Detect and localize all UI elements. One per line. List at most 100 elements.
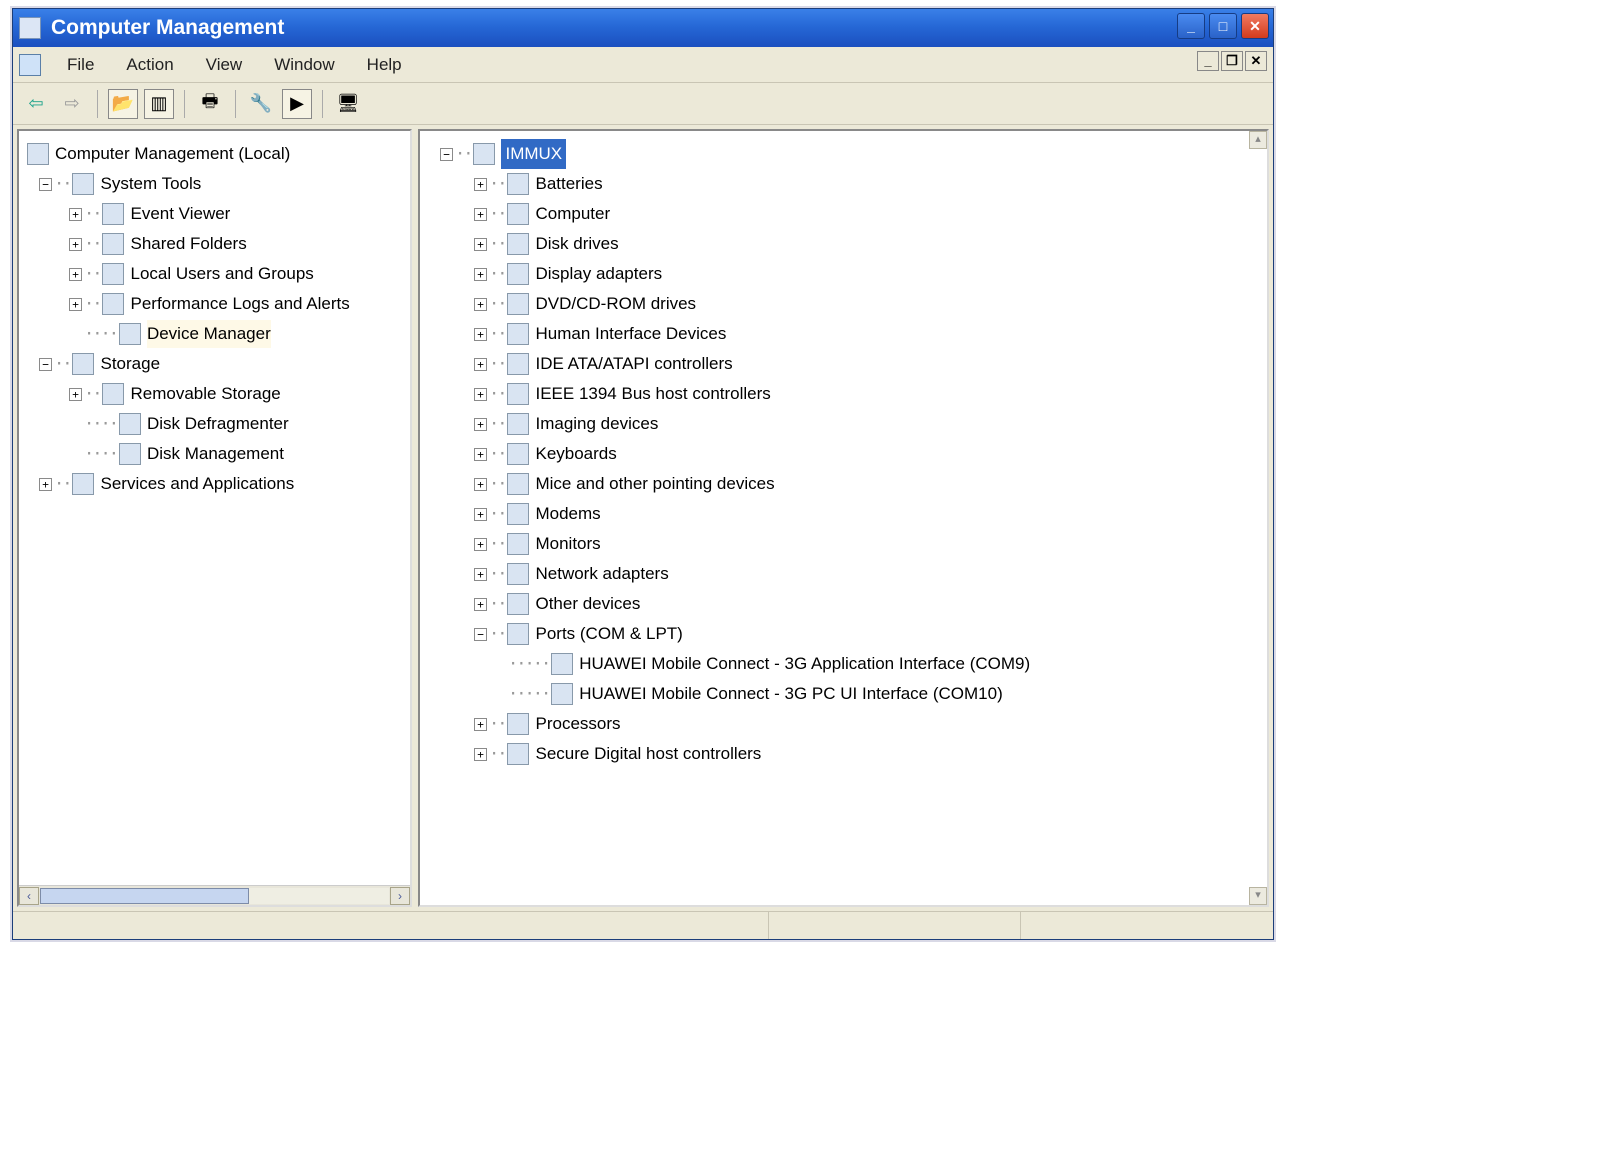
scroll-thumb[interactable]	[40, 888, 249, 904]
tree-item-event-viewer[interactable]: +·· Event Viewer	[27, 199, 410, 229]
device-label: Secure Digital host controllers	[535, 740, 761, 769]
device-category-mice[interactable]: +·· Mice and other pointing devices	[440, 469, 1267, 499]
device-category-ports[interactable]: −·· Ports (COM & LPT)	[440, 619, 1267, 649]
shared-folders-icon	[102, 233, 124, 255]
device-category-modems[interactable]: +·· Modems	[440, 499, 1267, 529]
device-category-processors[interactable]: +·· Processors	[440, 709, 1267, 739]
tree-item-disk-defrag[interactable]: ···· Disk Defragmenter	[27, 409, 410, 439]
show-hide-tree-button[interactable]: ▥	[144, 89, 174, 119]
console-tree[interactable]: Computer Management (Local) −·· System T…	[19, 131, 410, 885]
scroll-right-button[interactable]: ›	[390, 887, 410, 905]
expand-icon[interactable]: +	[69, 298, 82, 311]
tree-label: Event Viewer	[130, 200, 230, 229]
collapse-icon[interactable]: −	[39, 178, 52, 191]
refresh-button[interactable]: ▶	[282, 89, 312, 119]
menu-action[interactable]: Action	[110, 51, 189, 79]
menu-view[interactable]: View	[190, 51, 259, 79]
disk-defrag-icon	[119, 413, 141, 435]
expand-icon[interactable]: +	[474, 298, 487, 311]
expand-icon[interactable]: +	[474, 538, 487, 551]
expand-icon[interactable]: +	[474, 388, 487, 401]
device-category-display[interactable]: +·· Display adapters	[440, 259, 1267, 289]
expand-icon[interactable]: +	[474, 448, 487, 461]
expand-icon[interactable]: +	[474, 748, 487, 761]
expand-icon[interactable]: +	[69, 238, 82, 251]
back-button[interactable]: ⇦	[21, 89, 51, 119]
tree-item-perf-logs[interactable]: +·· Performance Logs and Alerts	[27, 289, 410, 319]
mdi-restore-button[interactable]: ❐	[1221, 51, 1243, 71]
tree-item-services-apps[interactable]: +·· Services and Applications	[27, 469, 410, 499]
device-category-dvdcd[interactable]: +·· DVD/CD-ROM drives	[440, 289, 1267, 319]
mdi-close-button[interactable]: ✕	[1245, 51, 1267, 71]
device-category-1394[interactable]: +·· IEEE 1394 Bus host controllers	[440, 379, 1267, 409]
expand-icon[interactable]: +	[474, 508, 487, 521]
scroll-track[interactable]	[40, 888, 389, 904]
expand-icon[interactable]: +	[474, 478, 487, 491]
device-category-keyboards[interactable]: +·· Keyboards	[440, 439, 1267, 469]
device-tree[interactable]: −·· IMMUX +·· Batteries +·· Computer +··	[420, 131, 1267, 769]
expand-icon[interactable]: +	[474, 268, 487, 281]
device-category-disk-drives[interactable]: +·· Disk drives	[440, 229, 1267, 259]
expand-icon[interactable]: +	[474, 238, 487, 251]
scroll-down-button[interactable]: ▾	[1249, 887, 1267, 905]
tree-label: Shared Folders	[130, 230, 246, 259]
menu-help[interactable]: Help	[351, 51, 418, 79]
device-category-other[interactable]: +·· Other devices	[440, 589, 1267, 619]
collapse-icon[interactable]: −	[39, 358, 52, 371]
expand-icon[interactable]: +	[69, 208, 82, 221]
device-category-sd[interactable]: +·· Secure Digital host controllers	[440, 739, 1267, 769]
expand-icon[interactable]: +	[474, 178, 487, 191]
scan-hardware-button[interactable]: 🖥	[333, 89, 363, 119]
device-category-network[interactable]: +·· Network adapters	[440, 559, 1267, 589]
expand-icon[interactable]: +	[474, 208, 487, 221]
titlebar[interactable]: Computer Management _ □ ✕	[13, 9, 1273, 47]
expand-icon[interactable]: +	[69, 268, 82, 281]
expand-icon[interactable]: +	[69, 388, 82, 401]
expand-icon[interactable]: +	[474, 328, 487, 341]
device-category-computer[interactable]: +·· Computer	[440, 199, 1267, 229]
maximize-button[interactable]: □	[1209, 13, 1237, 39]
close-button[interactable]: ✕	[1241, 13, 1269, 39]
tree-item-device-manager[interactable]: ···· Device Manager	[27, 319, 410, 349]
tree-item-local-users[interactable]: +·· Local Users and Groups	[27, 259, 410, 289]
keyboard-icon	[507, 443, 529, 465]
local-users-icon	[102, 263, 124, 285]
device-label: DVD/CD-ROM drives	[535, 290, 696, 319]
device-category-monitors[interactable]: +·· Monitors	[440, 529, 1267, 559]
tree-item-root[interactable]: Computer Management (Local)	[27, 139, 410, 169]
device-item-port-com10[interactable]: ····· HUAWEI Mobile Connect - 3G PC UI I…	[440, 679, 1267, 709]
horizontal-scrollbar[interactable]: ‹ ›	[19, 885, 410, 905]
expand-icon[interactable]: +	[474, 568, 487, 581]
device-item-port-com9[interactable]: ····· HUAWEI Mobile Connect - 3G Applica…	[440, 649, 1267, 679]
tree-item-disk-mgmt[interactable]: ···· Disk Management	[27, 439, 410, 469]
device-category-imaging[interactable]: +·· Imaging devices	[440, 409, 1267, 439]
expand-icon[interactable]: +	[39, 478, 52, 491]
collapse-icon[interactable]: −	[440, 148, 453, 161]
mdi-minimize-button[interactable]: _	[1197, 51, 1219, 71]
expand-icon[interactable]: +	[474, 358, 487, 371]
device-category-ide[interactable]: +·· IDE ATA/ATAPI controllers	[440, 349, 1267, 379]
expand-icon[interactable]: +	[474, 418, 487, 431]
expand-icon[interactable]: +	[474, 598, 487, 611]
scroll-left-button[interactable]: ‹	[19, 887, 39, 905]
tree-item-storage[interactable]: −·· Storage	[27, 349, 410, 379]
collapse-icon[interactable]: −	[474, 628, 487, 641]
device-category-batteries[interactable]: +·· Batteries	[440, 169, 1267, 199]
tree-item-shared-folders[interactable]: +·· Shared Folders	[27, 229, 410, 259]
minimize-button[interactable]: _	[1177, 13, 1205, 39]
scroll-up-button[interactable]: ▴	[1249, 131, 1267, 149]
menu-window[interactable]: Window	[258, 51, 350, 79]
dvd-cd-icon	[507, 293, 529, 315]
menu-file[interactable]: File	[51, 51, 110, 79]
tree-label: Performance Logs and Alerts	[130, 290, 349, 319]
system-tools-icon	[72, 173, 94, 195]
up-one-level-button[interactable]: 📂	[108, 89, 138, 119]
device-root[interactable]: −·· IMMUX	[440, 139, 1267, 169]
print-button[interactable]: 🖶	[195, 89, 225, 119]
properties-button[interactable]: 🔧	[246, 89, 276, 119]
tree-item-removable-storage[interactable]: +·· Removable Storage	[27, 379, 410, 409]
tree-item-system-tools[interactable]: −·· System Tools	[27, 169, 410, 199]
expand-icon[interactable]: +	[474, 718, 487, 731]
device-category-hid[interactable]: +·· Human Interface Devices	[440, 319, 1267, 349]
forward-button[interactable]: ⇨	[57, 89, 87, 119]
